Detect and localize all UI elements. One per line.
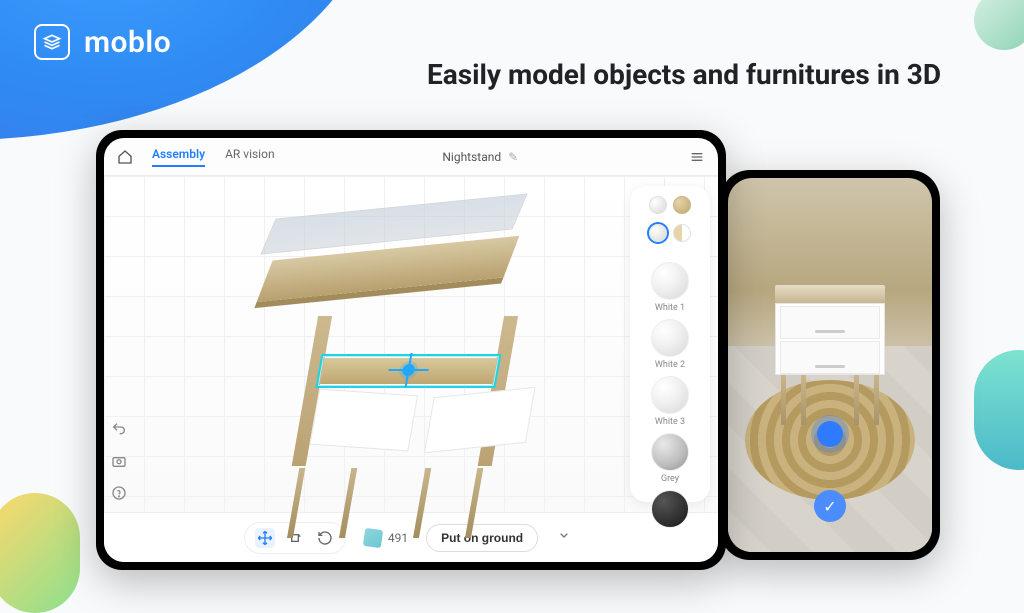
brand-logo-icon xyxy=(34,24,70,60)
put-on-ground-button[interactable]: Put on ground xyxy=(426,524,538,552)
swatch-white-2[interactable]: White 2 xyxy=(651,319,689,370)
brand: moblo xyxy=(34,24,171,60)
drawer-right-part[interactable] xyxy=(424,387,536,454)
part-counter[interactable]: 491 xyxy=(364,529,408,547)
nightstand-model[interactable] xyxy=(234,206,554,506)
swatch-white-1[interactable]: White 1 xyxy=(651,262,689,313)
reset-tool[interactable] xyxy=(315,528,335,548)
editor-topbar: Assembly AR vision Nightstand ✎ xyxy=(104,138,718,176)
ar-placement-marker[interactable] xyxy=(817,421,843,447)
material-variant-b[interactable] xyxy=(673,224,691,242)
editor-screen: Assembly AR vision Nightstand ✎ xyxy=(104,138,718,562)
ar-nightstand[interactable] xyxy=(775,285,885,425)
tablet-device: Assembly AR vision Nightstand ✎ xyxy=(96,130,726,570)
left-tool-rail xyxy=(110,420,128,502)
swatch-label: White 2 xyxy=(655,360,685,370)
editor-workspace: White 1 White 2 White 3 Grey xyxy=(104,176,718,512)
mode-tabs: Assembly AR vision xyxy=(152,147,275,167)
swatch-dark[interactable] xyxy=(651,490,689,528)
swatch-label: White 3 xyxy=(655,417,685,427)
decor-blob-bottom-left xyxy=(0,493,80,613)
swatch-grey[interactable]: Grey xyxy=(651,433,689,484)
tab-assembly[interactable]: Assembly xyxy=(152,147,205,167)
drawer-left-part[interactable] xyxy=(309,389,418,452)
material-tab-solid[interactable] xyxy=(649,196,667,214)
frame-part[interactable] xyxy=(290,316,518,476)
camera-button[interactable] xyxy=(110,452,128,470)
swatch-white-3[interactable]: White 3 xyxy=(651,376,689,427)
document-title-text: Nightstand xyxy=(442,150,501,164)
brand-name: moblo xyxy=(84,25,171,60)
swatch-label: White 1 xyxy=(655,303,685,313)
3d-viewport[interactable] xyxy=(104,176,718,512)
help-button[interactable] xyxy=(110,484,128,502)
ar-viewport[interactable]: ✓ xyxy=(728,178,932,552)
cube-icon xyxy=(363,527,383,547)
tab-ar-vision[interactable]: AR vision xyxy=(225,147,275,167)
editor-bottombar: 491 Put on ground xyxy=(104,512,718,562)
ar-confirm-button[interactable]: ✓ xyxy=(814,490,846,522)
hamburger-menu-button[interactable] xyxy=(686,146,708,168)
undo-button[interactable] xyxy=(110,420,128,438)
material-tab-wood[interactable] xyxy=(673,196,691,214)
pencil-icon: ✎ xyxy=(508,150,518,164)
part-count-value: 491 xyxy=(388,531,408,545)
chevron-down-icon[interactable] xyxy=(556,527,578,549)
home-button[interactable] xyxy=(114,146,136,168)
brand-blob xyxy=(0,0,380,140)
move-tool[interactable] xyxy=(255,528,275,548)
phone-device: ✓ xyxy=(720,170,940,560)
swatch-label: Grey xyxy=(661,474,679,484)
headline: Easily model objects and furnitures in 3… xyxy=(404,58,964,91)
document-title[interactable]: Nightstand ✎ xyxy=(285,150,676,164)
decor-blob-top-right xyxy=(974,0,1024,50)
decor-blob-right xyxy=(974,350,1024,470)
materials-panel: White 1 White 2 White 3 Grey xyxy=(630,186,710,502)
material-variant-a[interactable] xyxy=(649,224,667,242)
